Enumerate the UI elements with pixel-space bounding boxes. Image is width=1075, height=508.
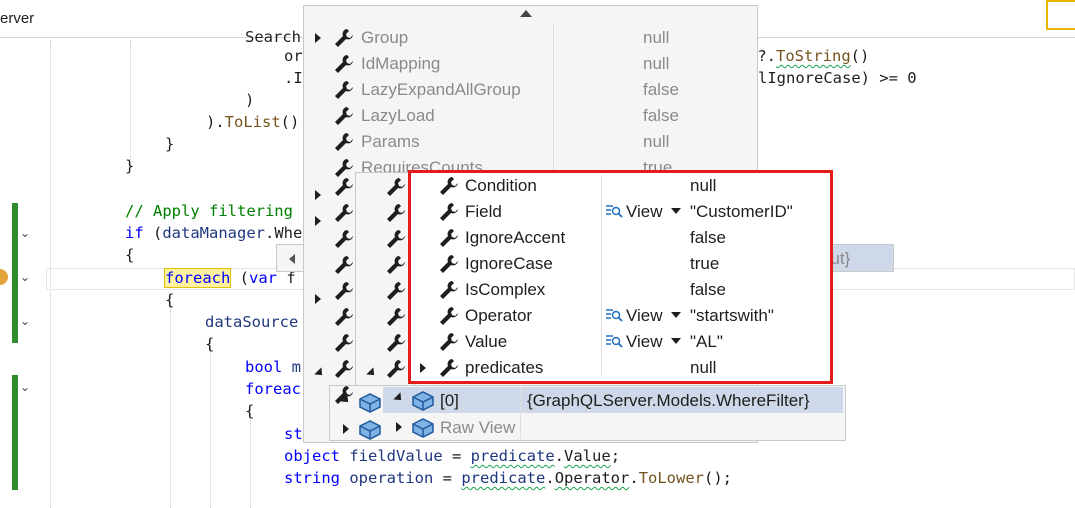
property-wrench-icon: [385, 228, 407, 250]
code-brace: {: [245, 402, 255, 420]
property-wrench-icon: [333, 384, 355, 406]
property-wrench-icon: [333, 254, 355, 276]
property-wrench-icon: [333, 131, 355, 153]
active-tab-accent: [1046, 0, 1075, 30]
expand-arrow-icon[interactable]: [315, 294, 321, 304]
property-wrench-icon: [385, 332, 407, 354]
code-operation-line: string operation = predicate.Operator.To…: [284, 469, 733, 487]
property-wrench-icon: [333, 27, 355, 49]
property-name: Params: [361, 132, 420, 151]
property-value: null: [643, 28, 670, 47]
property-wrench-icon: [333, 306, 355, 328]
fold-chevron-icon[interactable]: ⌄: [20, 226, 32, 240]
expand-arrow-icon[interactable]: [315, 216, 321, 226]
list-item-name[interactable]: [0]: [440, 391, 459, 411]
property-name: Group: [361, 28, 409, 47]
code-line-2: or: [284, 47, 303, 65]
execution-marker[interactable]: [0, 269, 8, 285]
property-value: false: [643, 106, 679, 125]
property-wrench-icon: [333, 176, 355, 198]
editor-tab-label[interactable]: erver: [0, 10, 34, 27]
indent-guide: [250, 410, 251, 508]
outer-property-row[interactable]: Params null: [305, 129, 755, 155]
property-wrench-icon: [385, 254, 407, 276]
property-wrench-icon: [385, 176, 407, 198]
list-item-value: {GraphQLServer.Models.WhereFilter}: [527, 391, 810, 410]
property-value: null: [643, 54, 670, 73]
indent-guide: [170, 300, 171, 508]
code-line-3: .I: [284, 69, 303, 87]
object-cube-icon: [359, 420, 381, 440]
object-cube-icon: [412, 391, 434, 411]
property-wrench-icon: [385, 202, 407, 224]
code-brace: {: [205, 335, 215, 353]
property-wrench-icon: [333, 358, 355, 380]
property-wrench-icon: [333, 228, 355, 250]
property-wrench-icon: [385, 306, 407, 328]
property-wrench-icon: [385, 280, 407, 302]
outer-property-row[interactable]: LazyLoad false: [305, 103, 755, 129]
raw-view-label[interactable]: Raw View: [440, 418, 515, 438]
expand-arrow-icon[interactable]: [315, 33, 321, 43]
property-value: null: [643, 132, 670, 151]
change-marker: [12, 203, 18, 343]
property-wrench-icon: [385, 358, 407, 380]
code-st-line: st: [284, 425, 303, 443]
expand-arrow-icon[interactable]: [396, 422, 402, 432]
code-brace: {: [125, 246, 135, 264]
property-wrench-icon: [333, 332, 355, 354]
code-line-6: }: [165, 135, 175, 153]
property-wrench-icon: [333, 280, 355, 302]
outer-property-row[interactable]: Group null: [305, 25, 755, 51]
property-wrench-icon: [333, 202, 355, 224]
code-line-4: ): [245, 91, 255, 109]
code-foreach2-line: foreac: [245, 380, 301, 398]
indent-guide: [210, 340, 211, 508]
expand-arrow-icon[interactable]: [315, 190, 321, 200]
fold-chevron-icon[interactable]: ⌄: [20, 314, 32, 328]
highlight-box: [408, 170, 833, 384]
indent-guide: [130, 40, 131, 160]
code-comment: // Apply filtering: [125, 202, 293, 220]
outer-property-row[interactable]: LazyExpandAllGroup false: [305, 77, 755, 103]
code-fieldvalue-line: object fieldValue = predicate.Value;: [284, 447, 621, 465]
property-wrench-icon: [333, 79, 355, 101]
fold-chevron-icon[interactable]: ⌄: [20, 380, 32, 394]
object-cube-icon: [359, 393, 381, 413]
property-name: LazyLoad: [361, 106, 435, 125]
property-wrench-icon: [333, 53, 355, 75]
code-line-5: ).ToList(): [206, 113, 300, 131]
code-if-line: if (dataManager.Whe: [125, 224, 303, 242]
property-wrench-icon: [333, 105, 355, 127]
fold-chevron-icon[interactable]: ⌄: [20, 270, 32, 284]
code-bool-line: bool m: [245, 358, 301, 376]
outer-property-row[interactable]: IdMapping null: [305, 51, 755, 77]
object-cube-icon: [412, 418, 434, 438]
property-value: false: [643, 80, 679, 99]
property-name: LazyExpandAllGroup: [361, 80, 521, 99]
expand-arrow-icon[interactable]: [343, 424, 349, 434]
code-line-7: }: [125, 157, 135, 175]
change-marker: [12, 375, 18, 490]
property-name: IdMapping: [361, 54, 441, 73]
code-datasource-line: dataSource: [205, 313, 299, 331]
code-brace: {: [165, 291, 175, 309]
scroll-up-icon[interactable]: [520, 10, 532, 17]
